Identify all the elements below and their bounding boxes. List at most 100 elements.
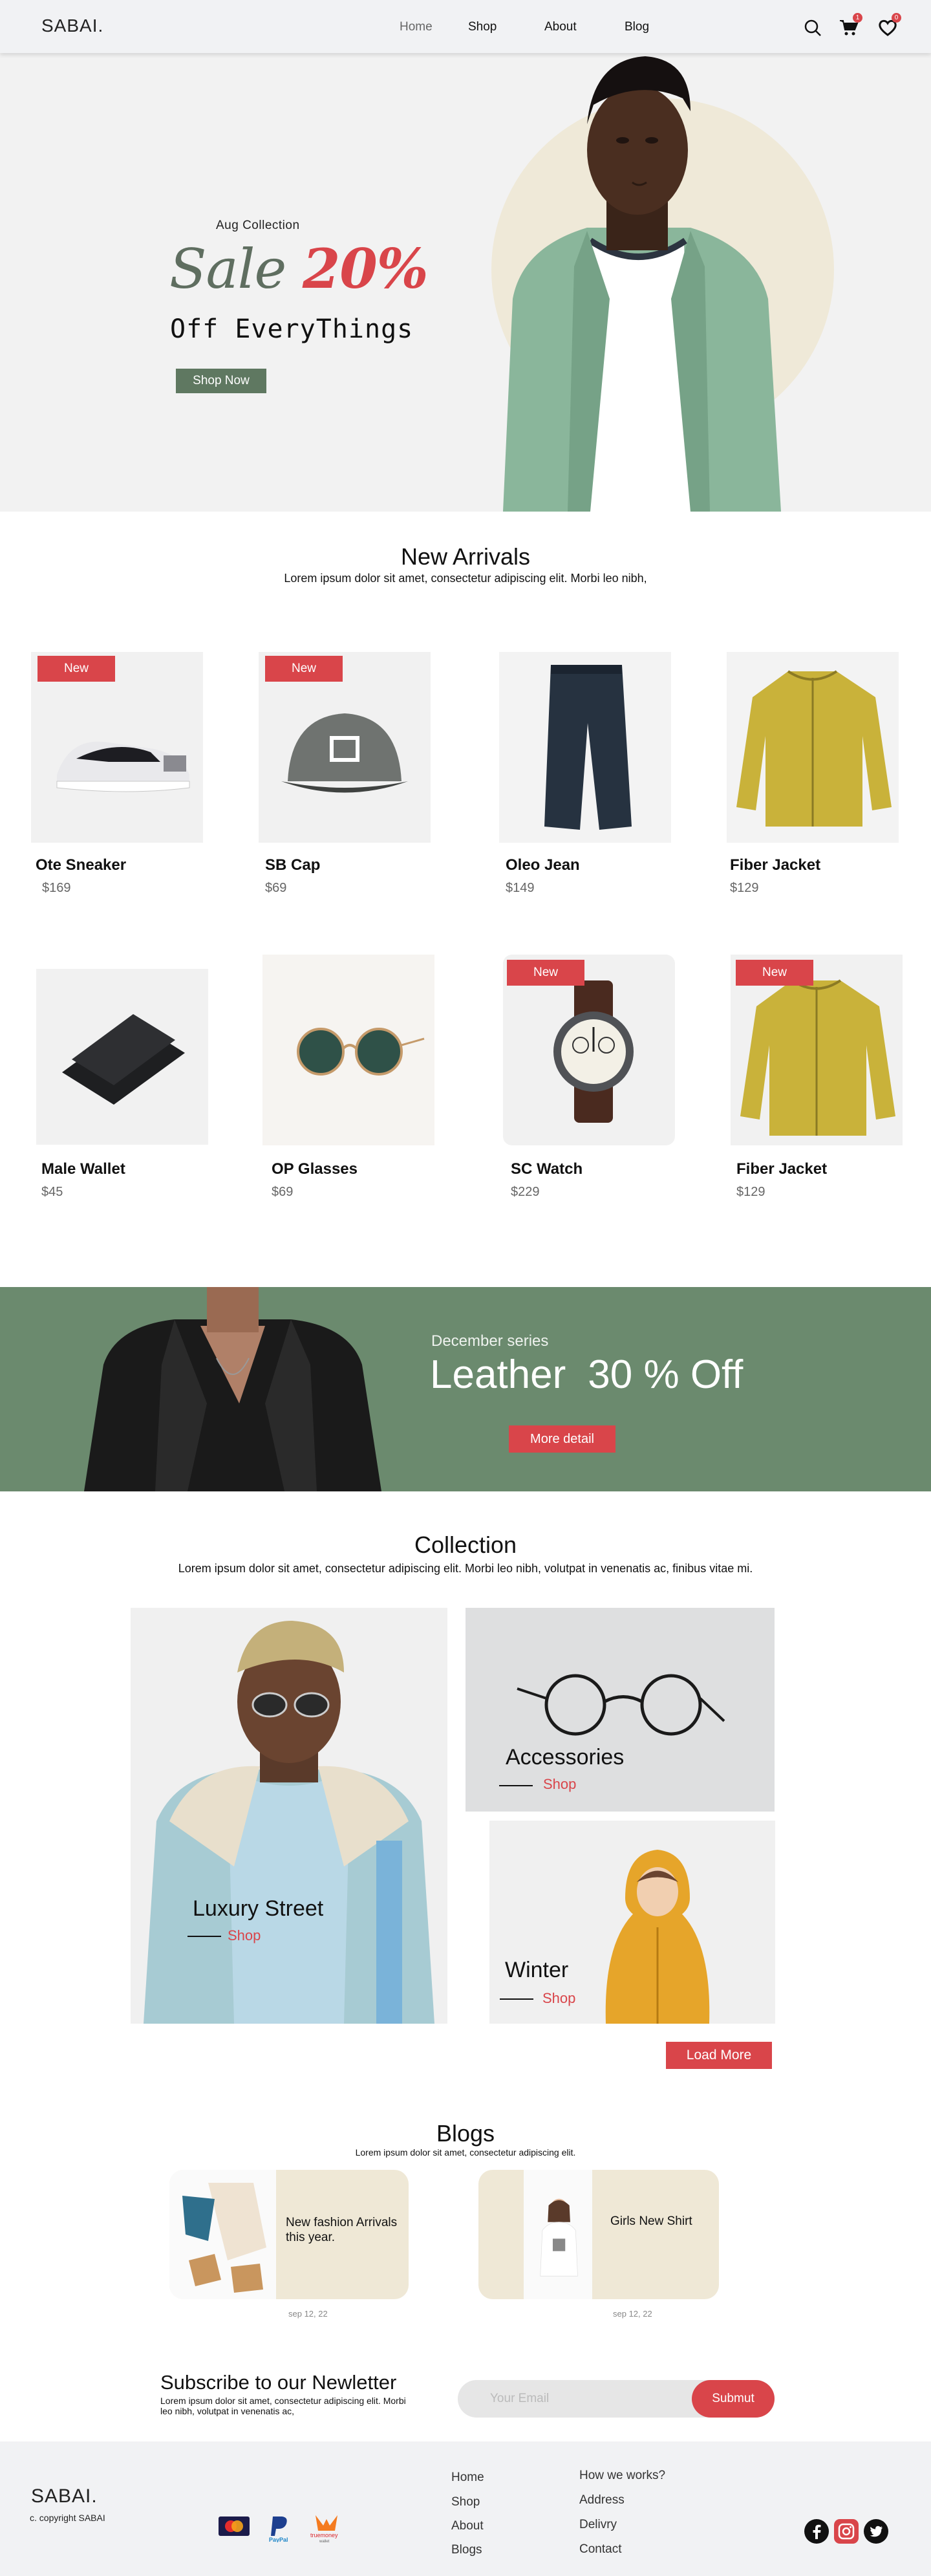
blogs-title: Blogs <box>436 2120 495 2147</box>
blog-image-shirt <box>524 2170 592 2299</box>
hero-sale-headline: Sale 20% <box>169 237 429 301</box>
nav-home[interactable]: Home <box>400 20 433 34</box>
footer-link-delivery[interactable]: Delivry <box>579 2518 617 2532</box>
luxury-street-image <box>131 1608 447 2024</box>
collection-name: Accessories <box>506 1745 625 1770</box>
collection-subtitle: Lorem ipsum dolor sit amet, consectetur … <box>178 1562 753 1575</box>
load-more-button[interactable]: Load More <box>666 2042 772 2069</box>
hero-sale-percent: 20% <box>302 237 429 301</box>
footer-link-contact[interactable]: Contact <box>579 2542 621 2557</box>
collection-card-accessories[interactable]: Accessories Shop <box>466 1608 775 1812</box>
product-image-wallet[interactable] <box>36 969 208 1145</box>
blog-title[interactable]: Girls New Shirt <box>610 2214 719 2229</box>
collection-card-luxury-street[interactable]: Luxury Street Shop <box>131 1608 447 2024</box>
hero-banner: Aug Collection Sale 20% Off EveryThings … <box>0 53 931 512</box>
newsletter-title: Subscribe to our Newletter <box>160 2371 397 2394</box>
footer-link-address[interactable]: Address <box>579 2493 625 2507</box>
product-name[interactable]: SB Cap <box>265 856 320 874</box>
collection-shop-link[interactable]: Shop <box>228 1927 261 1944</box>
promo-title: Leather 30 % Off <box>430 1352 743 1398</box>
product-image-jacket[interactable] <box>727 652 899 843</box>
blog-card[interactable]: Girls New Shirt <box>478 2170 719 2299</box>
newsletter-text: Lorem ipsum dolor sit amet, consectetur … <box>160 2396 406 2416</box>
footer-logo[interactable]: SABAI. <box>31 2485 98 2507</box>
facebook-icon[interactable] <box>804 2519 829 2544</box>
product-name[interactable]: Fiber Jacket <box>730 856 820 874</box>
product-price: $129 <box>730 881 759 895</box>
winter-image <box>489 1821 775 2024</box>
accessories-image <box>466 1608 775 1812</box>
collection-divider <box>499 1785 533 1786</box>
product-name[interactable]: OP Glasses <box>272 1160 358 1178</box>
brand-logo[interactable]: SABAI. <box>41 16 103 36</box>
new-badge: New <box>507 960 584 986</box>
twitter-icon[interactable] <box>864 2519 888 2544</box>
nav-shop[interactable]: Shop <box>468 20 497 34</box>
product-price: $45 <box>41 1185 63 1199</box>
nav-blog[interactable]: Blog <box>625 20 649 34</box>
product-name[interactable]: Oleo Jean <box>506 856 580 874</box>
hero-sale-word: Sale <box>169 237 286 301</box>
paypal-label: PayPal <box>269 2537 288 2542</box>
promo-kicker: December series <box>431 1332 549 1350</box>
wishlist-count-badge: 0 <box>892 13 901 23</box>
promo-title-discount: 30 % Off <box>588 1352 744 1397</box>
collection-name: Winter <box>505 1958 569 1982</box>
submit-button[interactable]: Submut <box>692 2380 775 2418</box>
paypal-icon: PayPal <box>269 2516 288 2542</box>
hero-subtitle: Off EveryThings <box>170 314 414 344</box>
new-badge: New <box>37 656 115 682</box>
collection-shop-link[interactable]: Shop <box>543 1776 576 1793</box>
blog-date: sep 12, 22 <box>288 2309 328 2319</box>
collection-title: Collection <box>414 1532 517 1558</box>
collection-card-winter[interactable]: Winter Shop <box>489 1821 775 2024</box>
cart-count-badge: 1 <box>853 13 862 23</box>
truemoney-icon: truemoney wallet <box>310 2515 338 2544</box>
collection-shop-link[interactable]: Shop <box>542 1990 575 2007</box>
site-header: SABAI. Home Shop About Blog 1 0 <box>0 0 931 53</box>
hero-kicker: Aug Collection <box>216 219 300 232</box>
collection-divider <box>187 1936 221 1937</box>
blog-card[interactable]: New fashion Arrivals this year. <box>169 2170 409 2299</box>
footer-link-how-we-work[interactable]: How we works? <box>579 2469 665 2483</box>
blogs-subtitle: Lorem ipsum dolor sit amet, consectetur … <box>355 2147 576 2158</box>
promo-model-image <box>84 1287 381 1491</box>
promo-title-material: Leather <box>430 1352 566 1397</box>
blog-date: sep 12, 22 <box>613 2309 652 2319</box>
product-name[interactable]: SC Watch <box>511 1160 583 1178</box>
new-arrivals-subtitle: Lorem ipsum dolor sit amet, consectetur … <box>284 572 647 585</box>
new-badge: New <box>265 656 343 682</box>
product-price: $169 <box>42 881 71 895</box>
footer-link-home[interactable]: Home <box>451 2471 484 2485</box>
footer-copyright: c. copyright SABAI <box>30 2513 105 2523</box>
nav-about[interactable]: About <box>544 20 577 34</box>
product-name[interactable]: Male Wallet <box>41 1160 125 1178</box>
product-price: $229 <box>511 1185 540 1199</box>
footer-link-about[interactable]: About <box>451 2519 484 2533</box>
more-detail-button[interactable]: More detail <box>509 1425 615 1453</box>
instagram-icon[interactable] <box>834 2519 859 2544</box>
product-price: $69 <box>265 881 287 895</box>
product-image-glasses[interactable] <box>262 955 434 1145</box>
footer-link-blogs[interactable]: Blogs <box>451 2543 482 2557</box>
collection-name: Luxury Street <box>193 1896 324 1921</box>
blog-title[interactable]: New fashion Arrivals this year. <box>286 2215 402 2245</box>
product-name[interactable]: Fiber Jacket <box>736 1160 827 1178</box>
footer-link-shop[interactable]: Shop <box>451 2495 480 2509</box>
search-icon[interactable] <box>803 18 822 38</box>
hero-model-image <box>503 56 781 512</box>
truemoney-label: truemoney <box>310 2532 338 2538</box>
wishlist-icon[interactable]: 0 <box>878 13 901 38</box>
mastercard-icon <box>219 2516 250 2536</box>
site-footer: SABAI. c. copyright SABAI PayPal truemon… <box>0 2441 931 2576</box>
shop-now-button[interactable]: Shop Now <box>176 369 266 393</box>
product-price: $149 <box>506 881 535 895</box>
product-name[interactable]: Ote Sneaker <box>36 856 126 874</box>
promo-banner: December series Leather 30 % Off More det… <box>0 1287 931 1491</box>
truemoney-wallet-label: wallet <box>319 2540 330 2544</box>
new-arrivals-title: New Arrivals <box>400 543 531 570</box>
new-badge: New <box>736 960 813 986</box>
cart-icon[interactable]: 1 <box>839 13 862 38</box>
blog-image-fashion <box>169 2170 276 2299</box>
product-image-jeans[interactable] <box>499 652 671 843</box>
